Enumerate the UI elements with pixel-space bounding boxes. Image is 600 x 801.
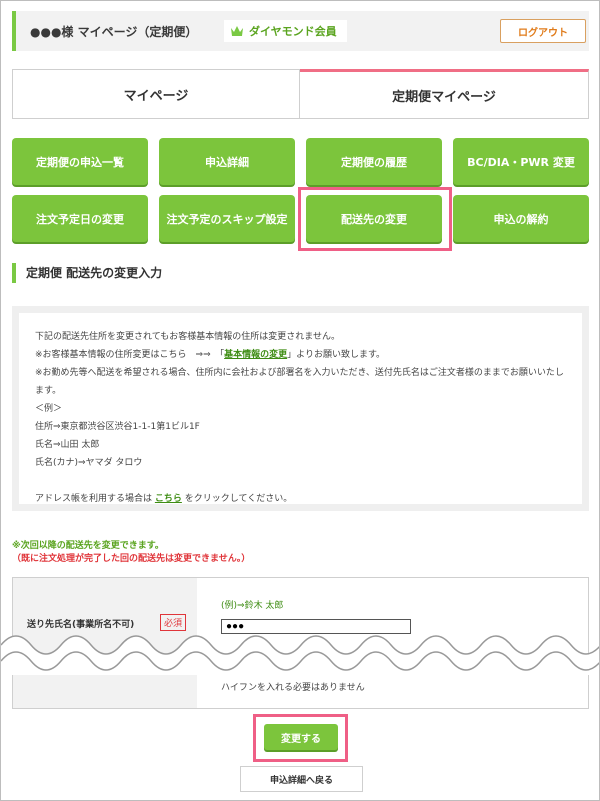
info-line: 氏名(カナ)⇒ヤマダ タロウ (35, 458, 143, 468)
basic-info-change-link[interactable]: 基本情報の変更 (224, 350, 287, 360)
tab-bar: マイページ 定期便マイページ (12, 69, 589, 119)
info-line: ※お勤め先等へ配送を希望される場合、住所内に会社および部署名を入力いただき、送付… (35, 368, 564, 396)
info-line: アドレス帳を利用する場合は こちら をクリックしてください。 (35, 494, 293, 504)
helper-text: ハイフンを入れる必要はありません (221, 683, 365, 693)
order-skip-setting-button[interactable]: 注文予定のスキップ設定 (159, 195, 295, 242)
member-badge-label: ダイヤモンド会員 (249, 25, 337, 38)
order-date-change-button[interactable]: 注文予定日の変更 (12, 195, 148, 242)
subscription-history-button[interactable]: 定期便の履歴 (306, 138, 442, 185)
back-to-detail-button[interactable]: 申込詳細へ戻る (240, 766, 363, 792)
info-line: 下記の配送先住所を変更されてもお客様基本情報の住所は変更されません。 (35, 332, 341, 342)
info-line: ※お客様基本情報の住所変更はこちら ⇒⇒ 「基本情報の変更」よりお願い致します。 (35, 350, 386, 360)
tab-mypage[interactable]: マイページ (12, 69, 300, 119)
subscription-list-button[interactable]: 定期便の申込一覧 (12, 138, 148, 185)
delivery-address-change-button[interactable]: 配送先の変更 (306, 195, 442, 242)
crown-icon (231, 26, 243, 36)
recipient-name-label: 送り先氏名(事業所名不可) (27, 620, 135, 630)
info-line: ＜例＞ (35, 404, 63, 414)
tab-subscription-mypage[interactable]: 定期便マイページ (300, 69, 589, 119)
logout-button[interactable]: ログアウト (500, 19, 586, 43)
bc-dia-pwr-change-button[interactable]: BC/DIA・PWR 変更 (453, 138, 589, 185)
page-title: ●●●様 マイページ（定期便） (30, 25, 198, 39)
member-badge: ダイヤモンド会員 (224, 20, 347, 42)
info-line: 住所⇒東京都渋谷区渋谷1-1-1第1ビル1F (35, 422, 200, 432)
application-detail-button[interactable]: 申込詳細 (159, 138, 295, 185)
info-line: 氏名⇒山田 太郎 (35, 440, 100, 450)
wave-separator (1, 635, 599, 675)
note-red: （既に注文処理が完了した回の配送先は変更できません。） (12, 554, 251, 564)
info-box: 下記の配送先住所を変更されてもお客様基本情報の住所は変更されません。 ※お客様基… (12, 306, 589, 511)
page-header: ●●●様 マイページ（定期便） ダイヤモンド会員 ログアウト (12, 11, 589, 51)
address-book-link[interactable]: こちら (155, 494, 182, 504)
example-text: (例)⇒鈴木 太郎 (221, 601, 284, 611)
info-text: 下記の配送先住所を変更されてもお客様基本情報の住所は変更されません。 ※お客様基… (19, 313, 582, 504)
note-green: ※次回以降の配送先を変更できます。 (12, 541, 164, 551)
submit-button[interactable]: 変更する (264, 724, 338, 750)
section-title: 定期便 配送先の変更入力 (12, 263, 162, 283)
cancel-application-button[interactable]: 申込の解約 (453, 195, 589, 242)
required-badge: 必須 (160, 614, 187, 631)
page-frame: ●●●様 マイページ（定期便） ダイヤモンド会員 ログアウト マイページ 定期便… (0, 0, 600, 801)
